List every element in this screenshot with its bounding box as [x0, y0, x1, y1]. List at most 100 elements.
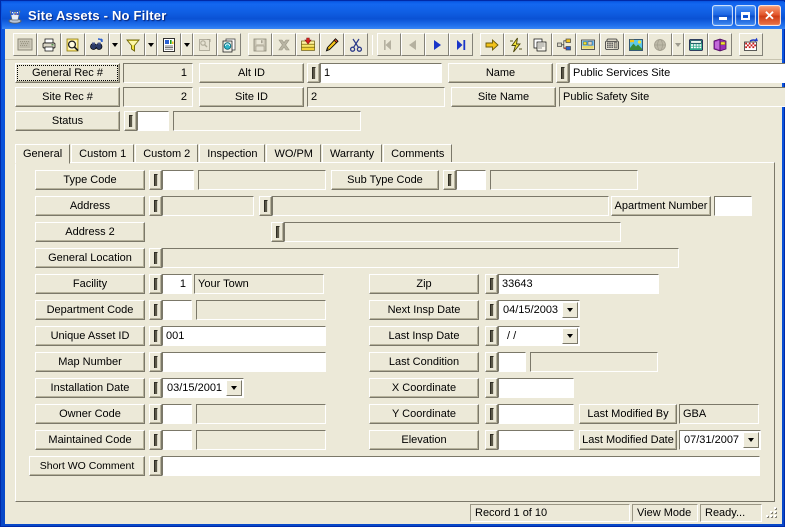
- installation-date-label[interactable]: Installation Date: [35, 378, 145, 398]
- last-modified-date-label[interactable]: Last Modified Date: [579, 430, 677, 450]
- general-location-label[interactable]: General Location: [35, 248, 145, 268]
- site-rec-label[interactable]: Site Rec #: [15, 87, 120, 107]
- alt-id-lookup-button[interactable]: [307, 63, 320, 83]
- report-dropdown-arrow[interactable]: [181, 33, 193, 56]
- address2-label[interactable]: Address 2: [35, 222, 145, 242]
- installation-date-lookup-button[interactable]: [149, 378, 162, 398]
- last-insp-date-picker[interactable]: / /: [498, 326, 580, 346]
- last-record-icon[interactable]: [449, 33, 473, 56]
- title-bar[interactable]: Site Assets - No Filter ✕: [2, 2, 785, 29]
- address-street-input[interactable]: [272, 196, 609, 216]
- tab-warranty[interactable]: Warranty: [321, 144, 383, 163]
- report-icon[interactable]: [157, 33, 181, 56]
- address-number-input[interactable]: [162, 196, 254, 216]
- next-insp-date-picker[interactable]: 04/15/2003: [498, 300, 580, 320]
- tab-comments[interactable]: Comments: [383, 144, 453, 163]
- sub-type-code-input[interactable]: [456, 170, 486, 190]
- last-modified-date-picker[interactable]: 07/31/2007: [679, 430, 761, 450]
- maintained-code-lookup-button[interactable]: [149, 430, 162, 450]
- tab-general[interactable]: General: [15, 144, 71, 164]
- status-lookup-button[interactable]: [124, 111, 137, 131]
- site-id-label[interactable]: Site ID: [199, 87, 304, 107]
- zip-input[interactable]: 33643: [498, 274, 659, 294]
- zip-lookup-button[interactable]: [485, 274, 498, 294]
- last-condition-input[interactable]: [498, 352, 526, 372]
- sub-type-code-label[interactable]: Sub Type Code: [331, 170, 439, 190]
- help-book-icon[interactable]: [708, 33, 732, 56]
- x-coordinate-label[interactable]: X Coordinate: [369, 378, 479, 398]
- edit-icon[interactable]: [320, 33, 344, 56]
- close-button[interactable]: ✕: [758, 5, 781, 26]
- sub-type-code-lookup-button[interactable]: [443, 170, 456, 190]
- address-number-lookup-button[interactable]: [149, 196, 162, 216]
- type-code-label[interactable]: Type Code: [35, 170, 145, 190]
- apartment-number-input[interactable]: [714, 196, 752, 216]
- goto-icon[interactable]: [480, 33, 504, 56]
- address2-lookup-button[interactable]: [271, 222, 284, 242]
- copy-record-icon[interactable]: [217, 33, 241, 56]
- maintained-code-label[interactable]: Maintained Code: [35, 430, 145, 450]
- department-code-lookup-button[interactable]: [149, 300, 162, 320]
- last-insp-date-dropdown-arrow[interactable]: [562, 328, 578, 344]
- zip-label[interactable]: Zip: [369, 274, 479, 294]
- phone-icon[interactable]: [600, 33, 624, 56]
- general-location-lookup-button[interactable]: [149, 248, 162, 268]
- exit-icon[interactable]: [739, 33, 763, 56]
- department-code-label[interactable]: Department Code: [35, 300, 145, 320]
- previous-record-icon[interactable]: [401, 33, 425, 56]
- facility-label[interactable]: Facility: [35, 274, 145, 294]
- status-label[interactable]: Status: [15, 111, 120, 131]
- elevation-label[interactable]: Elevation: [369, 430, 479, 450]
- alt-id-label[interactable]: Alt ID: [199, 63, 304, 83]
- apartment-number-label[interactable]: Apartment Number: [611, 196, 711, 216]
- name-lookup-button[interactable]: [556, 63, 569, 83]
- x-coordinate-lookup-button[interactable]: [485, 378, 498, 398]
- department-code-input[interactable]: [162, 300, 192, 320]
- globe-icon[interactable]: [648, 33, 672, 56]
- work-order-icon[interactable]: [528, 33, 552, 56]
- print-preview-icon[interactable]: [61, 33, 85, 56]
- tab-custom-1[interactable]: Custom 1: [71, 144, 135, 163]
- cut-icon[interactable]: [344, 33, 368, 56]
- last-insp-date-lookup-button[interactable]: [485, 326, 498, 346]
- owner-code-input[interactable]: [162, 404, 192, 424]
- type-code-lookup-button[interactable]: [149, 170, 162, 190]
- quick-action-icon[interactable]: [504, 33, 528, 56]
- save-icon[interactable]: [248, 33, 272, 56]
- unique-asset-id-label[interactable]: Unique Asset ID: [35, 326, 145, 346]
- unique-asset-id-lookup-button[interactable]: [149, 326, 162, 346]
- properties-icon[interactable]: [193, 33, 217, 56]
- unique-asset-id-input[interactable]: 001: [162, 326, 326, 346]
- installation-date-dropdown-arrow[interactable]: [226, 380, 243, 396]
- last-modified-by-label[interactable]: Last Modified By: [579, 404, 677, 424]
- map-number-label[interactable]: Map Number: [35, 352, 145, 372]
- next-insp-date-lookup-button[interactable]: [485, 300, 498, 320]
- short-wo-comment-lookup-button[interactable]: [149, 456, 162, 476]
- hierarchy-icon[interactable]: [552, 33, 576, 56]
- last-condition-label[interactable]: Last Condition: [369, 352, 479, 372]
- short-wo-comment-label[interactable]: Short WO Comment: [29, 456, 145, 476]
- next-record-icon[interactable]: [425, 33, 449, 56]
- general-rec-label[interactable]: General Rec #: [15, 63, 120, 83]
- gis-map-icon[interactable]: [576, 33, 600, 56]
- y-coordinate-input[interactable]: [498, 404, 574, 424]
- address-street-lookup-button[interactable]: [259, 196, 272, 216]
- screen-icon[interactable]: [13, 33, 37, 56]
- owner-code-lookup-button[interactable]: [149, 404, 162, 424]
- facility-code-input[interactable]: 1: [162, 274, 192, 294]
- image-icon[interactable]: [624, 33, 648, 56]
- status-code-input[interactable]: [137, 111, 169, 131]
- general-location-input[interactable]: [162, 248, 679, 268]
- calculator-icon[interactable]: [684, 33, 708, 56]
- print-icon[interactable]: [37, 33, 61, 56]
- site-name-label[interactable]: Site Name: [451, 87, 556, 107]
- address2-input[interactable]: [284, 222, 621, 242]
- installation-date-picker[interactable]: 03/15/2001: [162, 378, 244, 398]
- filter-dropdown-arrow[interactable]: [145, 33, 157, 56]
- next-insp-date-dropdown-arrow[interactable]: [562, 302, 579, 318]
- address-label[interactable]: Address: [35, 196, 145, 216]
- last-condition-lookup-button[interactable]: [485, 352, 498, 372]
- y-coordinate-label[interactable]: Y Coordinate: [369, 404, 479, 424]
- tab-custom-2[interactable]: Custom 2: [135, 144, 199, 163]
- name-input[interactable]: Public Services Site: [569, 63, 785, 83]
